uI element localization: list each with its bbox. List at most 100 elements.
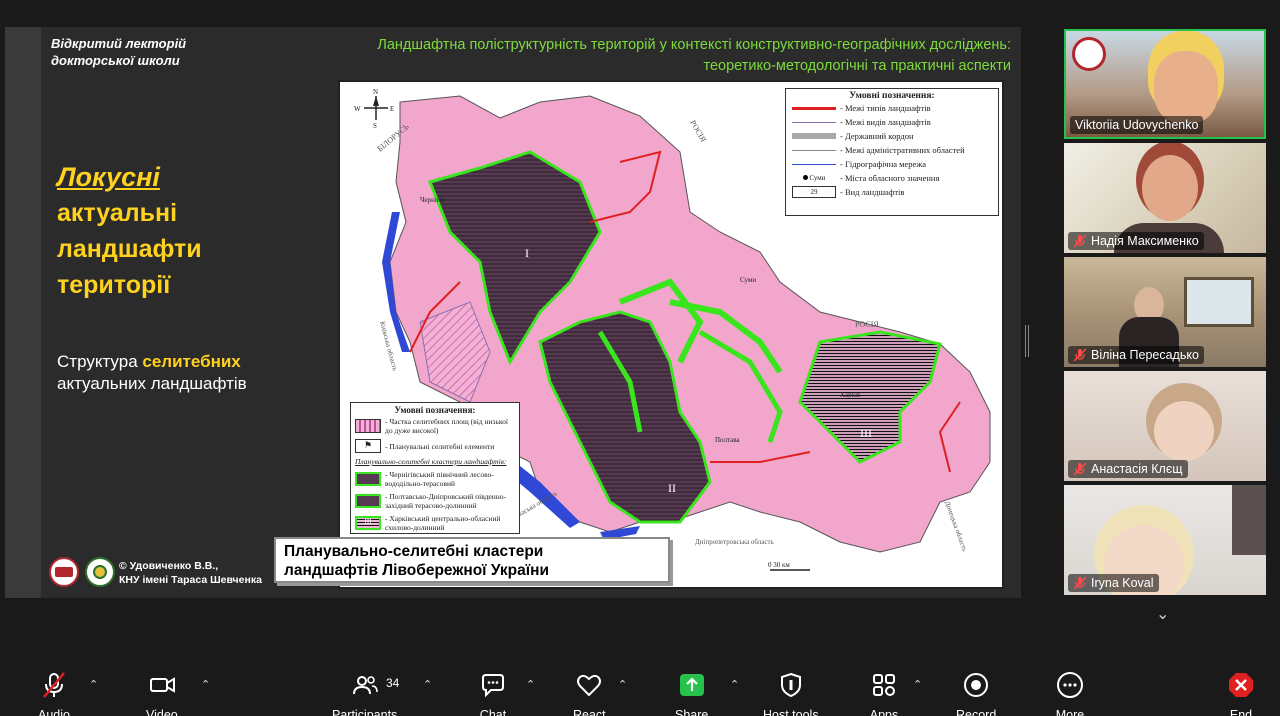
panel-resize-handle[interactable] xyxy=(1025,325,1029,357)
video-camera-icon xyxy=(149,677,175,693)
main-heading: Локусні актуальні ландшафти території xyxy=(57,159,297,303)
legend-text: - Межі адміністративних областей xyxy=(840,145,965,155)
legend-row-cluster-3: ІІІ - Харківський центрально-обласний схи… xyxy=(351,512,519,534)
video-tile-nadiia[interactable]: Надія Максименко xyxy=(1064,143,1266,253)
compass-s: S xyxy=(373,122,377,130)
main-heading-line3: ландшафти xyxy=(57,235,202,263)
wall-picture xyxy=(1184,277,1254,327)
slide-header: Ландшафтна поліструктурність територій у… xyxy=(265,35,1011,77)
participant-gallery: Viktoriia Udovychenko Надія Максименко В… xyxy=(1064,29,1266,599)
share-options-caret-icon[interactable]: ⌃ xyxy=(730,678,739,691)
chat-button[interactable]: Chat xyxy=(478,670,508,716)
cluster-2-label: ІІ xyxy=(668,481,676,495)
participant-nameplate: Iryna Koval xyxy=(1068,574,1159,592)
slide-left-strip xyxy=(5,27,41,598)
end-label: End xyxy=(1229,708,1253,716)
share-label: Share xyxy=(675,708,709,716)
mic-muted-icon xyxy=(1073,576,1087,590)
more-button[interactable]: More xyxy=(1055,670,1085,716)
compass-rose-icon: N S W E xyxy=(354,88,394,130)
video-tile-viktoriia[interactable]: Viktoriia Udovychenko xyxy=(1064,29,1266,139)
legend-text: - Полтавсько-Дніпровський південно-захід… xyxy=(385,492,507,510)
participant-nameplate: Анастасія Клєщ xyxy=(1068,460,1188,478)
legend-row-hydro: - Гідрографічна мережа xyxy=(786,157,998,171)
map-legend-bottom: Умовні позначення: - Частка селитебних п… xyxy=(350,402,520,534)
shield-icon xyxy=(780,672,801,698)
shared-slide: Відкритий лекторій докторської школи Лан… xyxy=(5,27,1021,598)
footer-logos xyxy=(49,557,115,587)
copyright-line1: © Удовиченко В.В., xyxy=(119,560,219,572)
label-poltava: Полтава xyxy=(715,436,740,444)
faculty-emblem-icon xyxy=(85,557,115,587)
chat-label: Chat xyxy=(479,708,507,716)
mic-muted-icon xyxy=(1073,348,1087,362)
participant-name: Віліна Пересадько xyxy=(1091,348,1199,362)
video-tile-anastasiia[interactable]: Анастасія Клєщ xyxy=(1064,371,1266,481)
participant-avatar xyxy=(1154,51,1218,123)
participant-nameplate: Віліна Пересадько xyxy=(1068,346,1204,364)
slide-header-line1: Ландшафтна поліструктурність територій у… xyxy=(377,37,1011,53)
legend-row-residential-elements: ⚑ - Планувальні селитебні елементи xyxy=(351,437,519,455)
copyright-line2: КНУ імені Тараса Шевченка xyxy=(119,574,262,586)
compass-n: N xyxy=(373,88,378,96)
video-tile-iryna[interactable]: Iryna Koval xyxy=(1064,485,1266,595)
participant-name: Iryna Koval xyxy=(1091,576,1154,590)
lecture-title-line2: докторської школи xyxy=(51,53,180,68)
legend-row-landscape-kind-number: 29 - Вид ландшафтів xyxy=(786,185,998,199)
record-button[interactable]: Record xyxy=(956,670,996,716)
video-tile-vilina[interactable]: Віліна Пересадько xyxy=(1064,257,1266,367)
record-icon xyxy=(964,673,989,697)
video-button[interactable]: Video xyxy=(146,670,178,716)
participants-options-caret-icon[interactable]: ⌃ xyxy=(423,678,432,691)
audio-options-caret-icon[interactable]: ⌃ xyxy=(89,678,98,691)
apps-options-caret-icon[interactable]: ⌃ xyxy=(913,678,922,691)
cluster-3-label: ІІІ xyxy=(860,426,872,440)
audio-label: Audio xyxy=(38,708,70,716)
apps-label: Apps xyxy=(869,708,899,716)
label-dnipro-oblast: Дніпропетровська область xyxy=(695,538,774,546)
apps-button[interactable]: Apps xyxy=(869,670,899,716)
participant-name: Viktoriia Udovychenko xyxy=(1075,118,1199,132)
legend-row-state-border: - Державний кордон xyxy=(786,129,998,143)
host-tools-button[interactable]: Host tools xyxy=(763,670,819,716)
label-sumy: Суми xyxy=(740,276,756,284)
chat-bubble-icon xyxy=(482,674,504,698)
legend-row-cluster-1: - Чернігівський північний лесово-вододіл… xyxy=(351,468,519,490)
university-logo-icon xyxy=(1072,37,1106,71)
zoom-meeting-window: Відкритий лекторій докторської школи Лан… xyxy=(0,0,1280,716)
apps-grid-icon xyxy=(873,674,895,696)
legend-row-residential-share: - Частка селитебних площ (від низької до… xyxy=(351,415,519,437)
mic-muted-icon xyxy=(1073,462,1087,476)
more-dots-icon xyxy=(1057,672,1083,698)
legend-bottom-subtitle: Планувально-селитебні кластери ландшафті… xyxy=(355,457,507,466)
lecture-title: Відкритий лекторій докторської школи xyxy=(51,35,251,69)
video-options-caret-icon[interactable]: ⌃ xyxy=(201,678,210,691)
participant-nameplate: Надія Максименко xyxy=(1068,232,1204,250)
more-label: More xyxy=(1055,708,1085,716)
record-label: Record xyxy=(956,708,997,716)
legend-text: - Харківський центрально-обласний схилов… xyxy=(385,514,501,532)
end-button[interactable]: End xyxy=(1226,670,1256,716)
participants-label: Participants xyxy=(332,708,398,716)
lecture-title-line1: Відкритий лекторій xyxy=(51,36,187,51)
legend-text: - Чернігівський північний лесово-вододіл… xyxy=(385,470,494,488)
legend-text: - Планувальні селитебні елементи xyxy=(385,441,495,451)
gallery-scroll-down-chevron-icon[interactable]: ⌄ xyxy=(1156,604,1169,624)
chat-options-caret-icon[interactable]: ⌃ xyxy=(526,678,535,691)
react-button[interactable]: React xyxy=(573,670,606,716)
legend-row-cluster-2: - Полтавсько-Дніпровський південно-захід… xyxy=(351,490,519,512)
audio-button[interactable]: Audio xyxy=(38,670,70,716)
university-logo-icon xyxy=(49,557,79,587)
react-label: React xyxy=(573,708,606,716)
legend-row-admin-borders: - Межі адміністративних областей xyxy=(786,143,998,157)
share-button[interactable]: Share xyxy=(675,670,708,716)
legend-city-sample: Суми xyxy=(809,174,826,182)
map-caption-line2: ландшафтів Лівобережної України xyxy=(284,562,549,579)
meeting-toolbar: Audio ⌃ Video ⌃ Participants 34 ⌃ Chat ⌃… xyxy=(0,660,1280,716)
react-options-caret-icon[interactable]: ⌃ xyxy=(618,678,627,691)
participant-avatar xyxy=(1142,155,1198,221)
legend-text: - Міста обласного значення xyxy=(840,173,940,183)
end-meeting-icon xyxy=(1229,673,1253,697)
main-heading-line4: території xyxy=(57,271,171,299)
compass-e: E xyxy=(390,105,394,113)
